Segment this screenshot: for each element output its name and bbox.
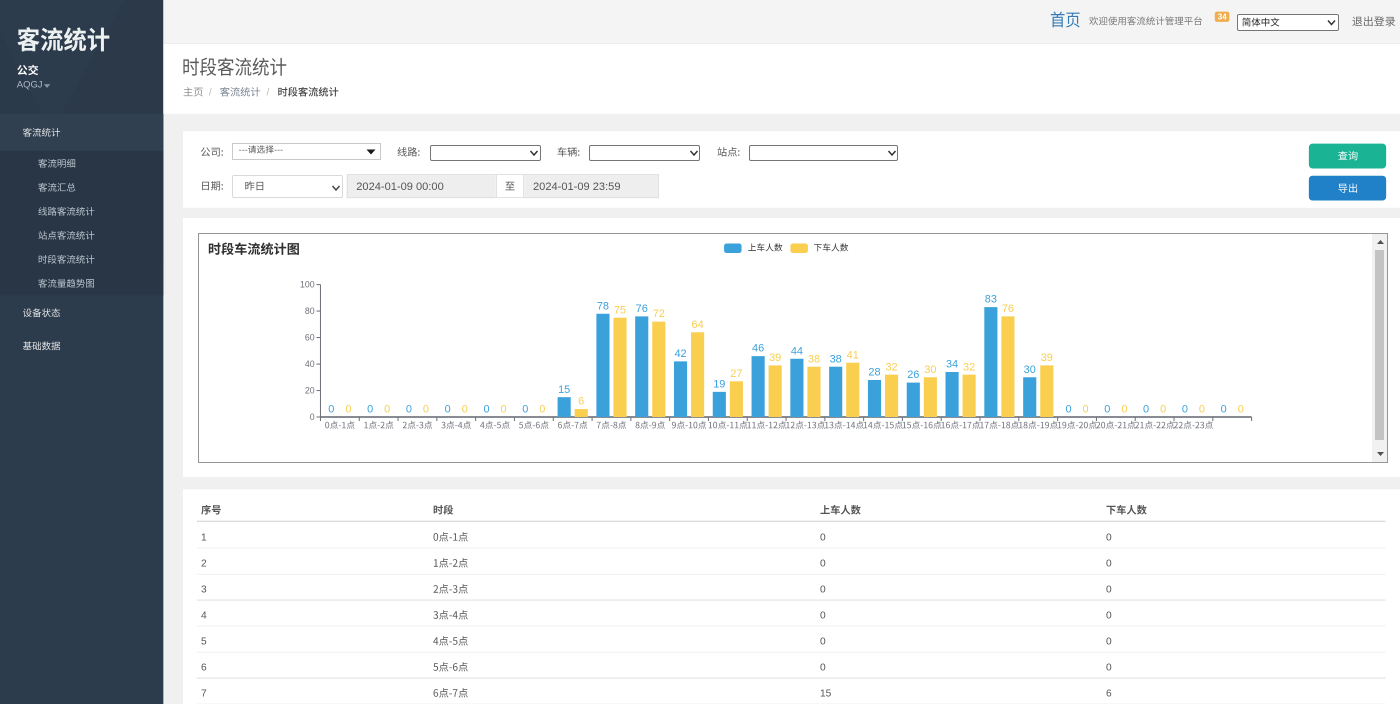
svg-text:34: 34 — [1218, 12, 1227, 21]
svg-text:27: 27 — [730, 368, 742, 380]
svg-text:0: 0 — [1121, 404, 1127, 416]
svg-text:42: 42 — [674, 348, 686, 360]
svg-text:1: 1 — [201, 533, 207, 544]
svg-text:0: 0 — [328, 404, 334, 416]
svg-text:46: 46 — [752, 343, 764, 355]
svg-text:41: 41 — [847, 349, 859, 361]
svg-text:AQGJ: AQGJ — [17, 80, 43, 91]
svg-text:83: 83 — [985, 294, 997, 306]
svg-text:0: 0 — [1106, 663, 1112, 674]
svg-text:34: 34 — [946, 359, 958, 371]
svg-text:0: 0 — [345, 404, 351, 416]
svg-text:0: 0 — [1104, 404, 1110, 416]
svg-text:2024-01-09 23:59: 2024-01-09 23:59 — [533, 181, 620, 193]
svg-text:3: 3 — [201, 585, 207, 596]
svg-text:30: 30 — [924, 364, 936, 376]
svg-text:15: 15 — [820, 689, 832, 700]
svg-text:0: 0 — [522, 404, 528, 416]
svg-text:39: 39 — [769, 352, 781, 364]
svg-text:0: 0 — [820, 663, 826, 674]
svg-text:100: 100 — [300, 280, 315, 290]
svg-text:0: 0 — [1221, 404, 1227, 416]
svg-text:75: 75 — [614, 304, 626, 316]
svg-text:2: 2 — [201, 559, 207, 570]
svg-text:0: 0 — [1143, 404, 1149, 416]
svg-text:0: 0 — [539, 404, 545, 416]
svg-text:/: / — [209, 88, 212, 99]
svg-text:0: 0 — [1199, 404, 1205, 416]
svg-text:0: 0 — [445, 404, 451, 416]
svg-text:32: 32 — [963, 361, 975, 373]
svg-text:0: 0 — [820, 585, 826, 596]
svg-text:0: 0 — [1106, 611, 1112, 622]
svg-text:0: 0 — [820, 559, 826, 570]
svg-text:0: 0 — [1238, 404, 1244, 416]
svg-text:80: 80 — [305, 306, 315, 316]
svg-text:76: 76 — [636, 303, 648, 315]
svg-text:78: 78 — [597, 300, 609, 312]
svg-text:0: 0 — [1083, 404, 1089, 416]
svg-text:72: 72 — [653, 308, 665, 320]
svg-text:0: 0 — [423, 404, 429, 416]
svg-text:19: 19 — [713, 378, 725, 390]
svg-text:0: 0 — [384, 404, 390, 416]
svg-text:26: 26 — [907, 369, 919, 381]
svg-text:40: 40 — [305, 359, 315, 369]
svg-text:2024-01-09 00:00: 2024-01-09 00:00 — [356, 181, 443, 193]
svg-text:60: 60 — [305, 333, 315, 343]
svg-text:0: 0 — [406, 404, 412, 416]
svg-text:0: 0 — [462, 404, 468, 416]
svg-text:0: 0 — [1106, 559, 1112, 570]
svg-text:0: 0 — [820, 611, 826, 622]
svg-text:/: / — [267, 88, 270, 99]
svg-text:6: 6 — [201, 663, 207, 674]
svg-text:6: 6 — [578, 396, 584, 408]
svg-text:0: 0 — [501, 404, 507, 416]
svg-text:0: 0 — [1182, 404, 1188, 416]
svg-text:0: 0 — [1106, 585, 1112, 596]
svg-text:0: 0 — [483, 404, 489, 416]
svg-text:38: 38 — [830, 353, 842, 365]
svg-text:0: 0 — [310, 412, 315, 422]
svg-text:20: 20 — [305, 386, 315, 396]
svg-text:0: 0 — [367, 404, 373, 416]
svg-text:7: 7 — [201, 689, 207, 700]
svg-text:0: 0 — [1065, 404, 1071, 416]
svg-text:0: 0 — [1106, 533, 1112, 544]
svg-text:28: 28 — [868, 367, 880, 379]
svg-text:44: 44 — [791, 345, 803, 357]
svg-text:15: 15 — [558, 384, 570, 396]
svg-text:38: 38 — [808, 353, 820, 365]
svg-text:30: 30 — [1024, 364, 1036, 376]
svg-text:32: 32 — [885, 361, 897, 373]
svg-text:76: 76 — [1002, 303, 1014, 315]
svg-text:0: 0 — [820, 637, 826, 648]
svg-text:4: 4 — [201, 611, 207, 622]
svg-text:0: 0 — [820, 533, 826, 544]
svg-text:5: 5 — [201, 637, 207, 648]
svg-text:0: 0 — [1160, 404, 1166, 416]
svg-text:6: 6 — [1106, 689, 1112, 700]
svg-text:64: 64 — [692, 319, 704, 331]
svg-text:39: 39 — [1041, 352, 1053, 364]
svg-text:0: 0 — [1106, 637, 1112, 648]
